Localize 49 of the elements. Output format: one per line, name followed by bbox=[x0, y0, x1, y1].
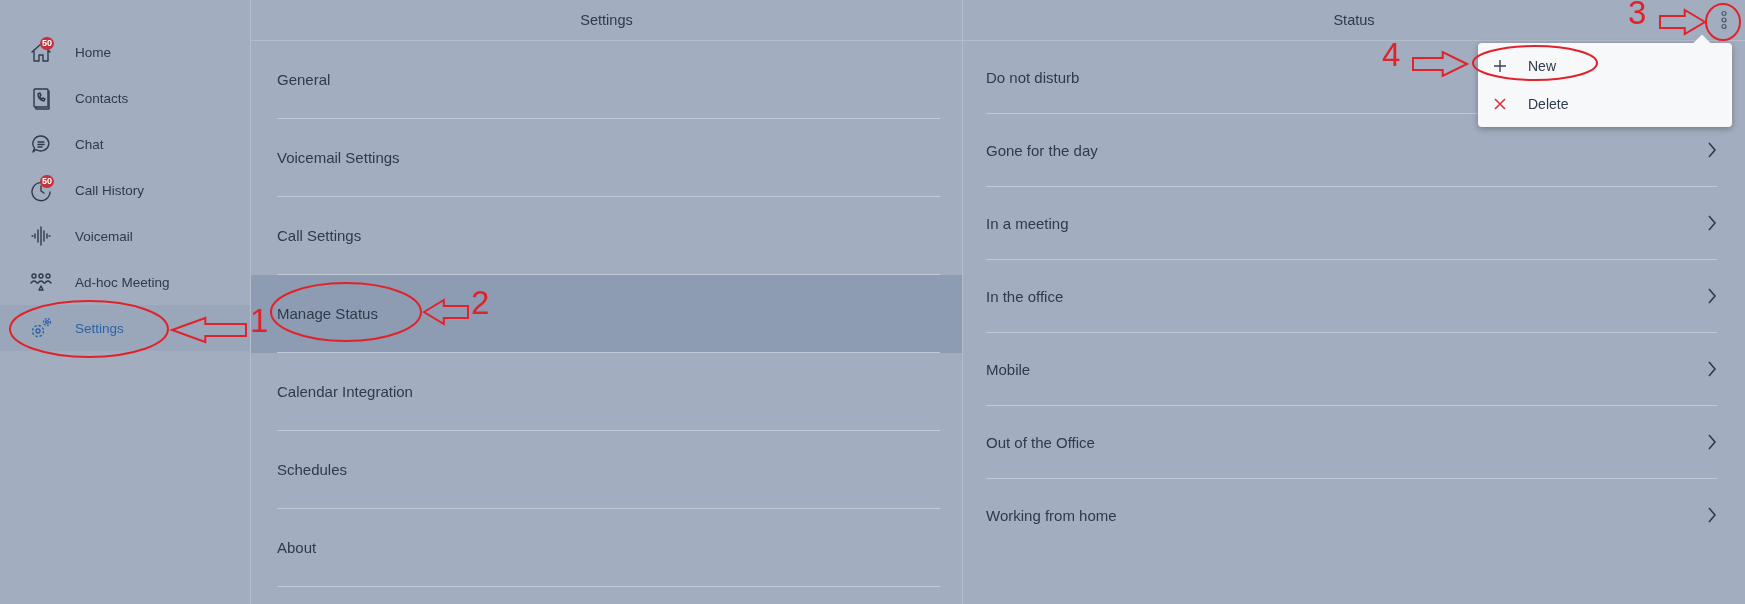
close-icon bbox=[1494, 98, 1506, 110]
sound-wave-icon bbox=[29, 224, 53, 248]
nav-list-item[interactable]: Calendar Integration bbox=[251, 353, 962, 431]
annotation-number: 2 bbox=[471, 284, 490, 322]
sidebar-label: Call History bbox=[75, 182, 144, 198]
sidebar-label: Contacts bbox=[75, 90, 129, 106]
nav-list-item[interactable]: About bbox=[251, 509, 962, 587]
sidebar-item[interactable]: Ad-hoc Meeting bbox=[0, 259, 250, 305]
annotation-number: 1 bbox=[250, 302, 269, 340]
annotation-number: 4 bbox=[1382, 36, 1401, 74]
sidebar-label: Home bbox=[75, 44, 111, 60]
chevron-right-icon bbox=[1707, 506, 1717, 524]
plus-icon bbox=[1494, 60, 1506, 72]
menu-item[interactable]: New bbox=[1478, 47, 1732, 85]
panel-title: Settings bbox=[580, 12, 633, 28]
people-group-icon bbox=[29, 270, 53, 294]
chevron-right-icon bbox=[1707, 141, 1717, 159]
notification-badge: 50 bbox=[40, 175, 54, 188]
sidebar-label: Settings bbox=[75, 320, 124, 336]
sidebar-label: Chat bbox=[75, 136, 104, 152]
annotation-number: 3 bbox=[1628, 0, 1647, 32]
notification-badge: 50 bbox=[40, 37, 54, 50]
more-options-icon[interactable] bbox=[1719, 10, 1729, 30]
sidebar-label: Ad-hoc Meeting bbox=[75, 274, 170, 290]
chevron-right-icon bbox=[1707, 287, 1717, 305]
status-list-item[interactable]: Out of the Office bbox=[986, 406, 1717, 479]
sidebar-label: Voicemail bbox=[75, 228, 133, 244]
status-list-item[interactable]: Do not disturb bbox=[986, 68, 1080, 86]
gears-icon bbox=[29, 316, 53, 340]
panel-title: Status bbox=[1333, 12, 1375, 28]
nav-list-item[interactable]: Schedules bbox=[251, 431, 962, 509]
status-list-item[interactable]: In the office bbox=[986, 260, 1717, 333]
chevron-right-icon bbox=[1707, 214, 1717, 232]
annotation-arrow bbox=[1659, 8, 1707, 36]
annotation-ellipse bbox=[1705, 3, 1741, 41]
sidebar-item[interactable]: 50 Home bbox=[0, 29, 250, 75]
sidebar-item[interactable]: Chat bbox=[0, 121, 250, 167]
nav-list-item[interactable]: Voicemail Settings bbox=[251, 119, 962, 197]
annotation-arrow bbox=[422, 298, 469, 326]
chevron-right-icon bbox=[1707, 360, 1717, 378]
annotation-arrow bbox=[1412, 50, 1470, 78]
sidebar-item[interactable]: 50 Call History bbox=[0, 167, 250, 213]
status-list-item[interactable]: In a meeting bbox=[986, 187, 1717, 260]
sidebar-item[interactable]: Voicemail bbox=[0, 213, 250, 259]
status-list-item[interactable]: Mobile bbox=[986, 333, 1717, 406]
status-list-item[interactable]: Working from home bbox=[986, 479, 1717, 551]
nav-list-item[interactable]: General bbox=[251, 41, 962, 119]
sidebar-item[interactable]: Contacts bbox=[0, 75, 250, 121]
chevron-right-icon bbox=[1707, 433, 1717, 451]
